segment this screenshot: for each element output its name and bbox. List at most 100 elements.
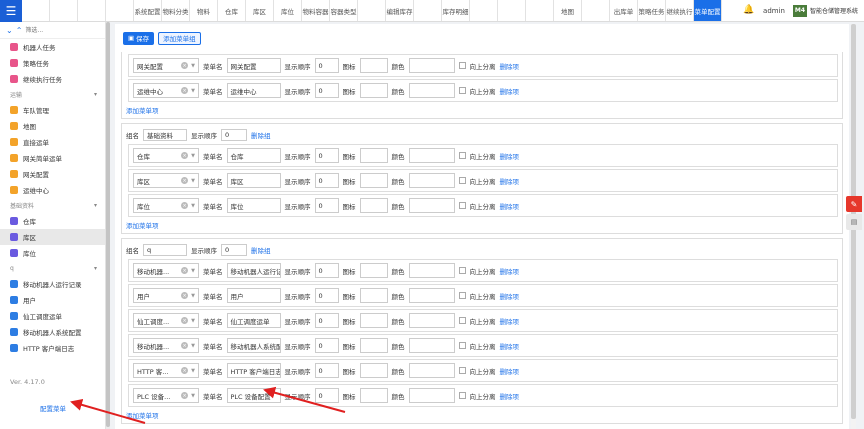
menu-name-input[interactable]: PLC 设备配置 xyxy=(226,388,281,403)
add-menu-item-link[interactable]: 添加菜单项 xyxy=(126,219,838,231)
icon-input[interactable] xyxy=(359,313,388,328)
menu-name-input[interactable]: 移动机器人运行记 xyxy=(226,263,281,278)
chevron-down-icon[interactable]: ▼ xyxy=(191,318,195,324)
split-up-checkbox[interactable] xyxy=(458,292,466,299)
icon-input[interactable] xyxy=(359,388,388,403)
expand-all-icon[interactable]: ⌃ xyxy=(16,26,23,35)
display-order-input[interactable]: 0 xyxy=(314,288,339,303)
add-group-button[interactable]: 添加菜单组 xyxy=(158,31,201,45)
sidebar-item[interactable]: 地图 xyxy=(0,118,105,134)
sidebar-item[interactable]: 继续执行任务 xyxy=(0,71,105,87)
clear-icon[interactable]: × xyxy=(181,202,189,209)
sidebar-item[interactable]: 策略任务 xyxy=(0,55,105,71)
tab-24[interactable]: 菜单配置 xyxy=(694,0,722,21)
clear-icon[interactable]: × xyxy=(181,392,189,399)
icon-input[interactable] xyxy=(359,288,388,303)
color-input[interactable] xyxy=(408,173,455,188)
clear-icon[interactable]: × xyxy=(181,177,189,184)
delete-group-link[interactable]: 删除组 xyxy=(251,130,271,140)
tab-13[interactable]: 编辑库存 xyxy=(386,0,414,21)
icon-input[interactable] xyxy=(359,363,388,378)
color-input[interactable] xyxy=(408,313,455,328)
sidebar-filter-input[interactable] xyxy=(25,25,96,35)
delete-item-link[interactable]: 删除项 xyxy=(500,176,520,186)
sidebar-item[interactable]: 移动机器人运行记录 xyxy=(0,276,105,292)
menu-target-select[interactable]: 库位 × ▼ xyxy=(133,198,199,213)
display-order-input[interactable]: 0 xyxy=(314,263,339,278)
chevron-down-icon[interactable]: ▼ xyxy=(191,178,195,184)
sidebar-item[interactable]: 网关配置 xyxy=(0,166,105,182)
tab-15[interactable]: 库存明细 xyxy=(442,0,470,21)
chevron-down-icon[interactable]: ▾ xyxy=(94,265,97,272)
display-order-input[interactable]: 0 xyxy=(314,338,339,353)
delete-item-link[interactable]: 删除项 xyxy=(500,86,520,96)
tab-11[interactable]: 容器类型 xyxy=(330,0,358,21)
chevron-down-icon[interactable]: ▼ xyxy=(191,343,195,349)
tab-3[interactable] xyxy=(106,0,134,21)
menu-target-select[interactable]: 网关配置 × ▼ xyxy=(133,58,199,73)
tab-2[interactable] xyxy=(78,0,106,21)
tab-20[interactable] xyxy=(582,0,610,21)
clear-icon[interactable]: × xyxy=(181,292,189,299)
delete-item-link[interactable]: 删除项 xyxy=(500,316,520,326)
hamburger-icon[interactable]: ☰ xyxy=(0,0,22,22)
chevron-down-icon[interactable]: ▼ xyxy=(191,293,195,299)
sidebar-group-header[interactable]: 运输 ▾ xyxy=(0,87,105,102)
delete-item-link[interactable]: 删除项 xyxy=(500,61,520,71)
tab-18[interactable] xyxy=(526,0,554,21)
sidebar-item[interactable]: 仙工调度运单 xyxy=(0,308,105,324)
tab-1[interactable] xyxy=(50,0,78,21)
sidebar-item[interactable]: 运维中心 xyxy=(0,182,105,198)
menu-name-input[interactable]: 库区 xyxy=(226,173,281,188)
delete-item-link[interactable]: 删除项 xyxy=(500,151,520,161)
save-button[interactable]: ▣ 保存 xyxy=(123,31,155,45)
tab-23[interactable]: 继续执行 xyxy=(666,0,694,21)
color-input[interactable] xyxy=(408,198,455,213)
clear-icon[interactable]: × xyxy=(181,317,189,324)
add-menu-item-link[interactable]: 添加菜单项 xyxy=(126,104,838,116)
display-order-input[interactable]: 0 xyxy=(314,58,339,73)
tab-6[interactable]: 物料 xyxy=(190,0,218,21)
tab-4[interactable]: 系统配置 xyxy=(134,0,162,21)
split-up-checkbox[interactable] xyxy=(458,87,466,94)
sidebar-group-header[interactable]: 基础资料 ▾ xyxy=(0,198,105,213)
display-order-input[interactable]: 0 xyxy=(314,363,339,378)
bell-icon[interactable]: 🔔 xyxy=(743,5,755,17)
delete-item-link[interactable]: 删除项 xyxy=(500,366,520,376)
tab-19[interactable]: 地图 xyxy=(554,0,582,21)
sidebar-group-header[interactable]: q ▾ xyxy=(0,261,105,276)
color-input[interactable] xyxy=(408,363,455,378)
delete-item-link[interactable]: 删除项 xyxy=(500,341,520,351)
menu-name-input[interactable]: 仓库 xyxy=(226,148,281,163)
clear-icon[interactable]: × xyxy=(181,367,189,374)
menu-name-input[interactable]: HTTP 客户端日志 xyxy=(226,363,281,378)
sidebar-item[interactable]: 库位 xyxy=(0,245,105,261)
color-input[interactable] xyxy=(408,338,455,353)
chevron-down-icon[interactable]: ▼ xyxy=(191,88,195,94)
tab-8[interactable]: 库区 xyxy=(246,0,274,21)
color-input[interactable] xyxy=(408,388,455,403)
tab-10[interactable]: 物料容器 xyxy=(302,0,330,21)
menu-target-select[interactable]: 移动机器... × ▼ xyxy=(133,338,199,353)
tab-0[interactable] xyxy=(22,0,50,21)
split-up-checkbox[interactable] xyxy=(458,177,466,184)
tab-9[interactable]: 库位 xyxy=(274,0,302,21)
color-input[interactable] xyxy=(408,58,455,73)
tab-7[interactable]: 仓库 xyxy=(218,0,246,21)
delete-item-link[interactable]: 删除项 xyxy=(500,266,520,276)
split-up-checkbox[interactable] xyxy=(458,317,466,324)
menu-target-select[interactable]: 用户 × ▼ xyxy=(133,288,199,303)
menu-target-select[interactable]: 运维中心 × ▼ xyxy=(133,83,199,98)
chevron-down-icon[interactable]: ▼ xyxy=(191,368,195,374)
group-name-input[interactable]: 基础资料 xyxy=(143,129,187,141)
split-up-checkbox[interactable] xyxy=(458,267,466,274)
chevron-down-icon[interactable]: ▼ xyxy=(191,153,195,159)
menu-name-input[interactable]: 用户 xyxy=(226,288,281,303)
delete-item-link[interactable]: 删除项 xyxy=(500,201,520,211)
menu-target-select[interactable]: HTTP 客... × ▼ xyxy=(133,363,199,378)
tab-16[interactable] xyxy=(470,0,498,21)
color-input[interactable] xyxy=(408,83,455,98)
display-order-input[interactable]: 0 xyxy=(314,83,339,98)
menu-target-select[interactable]: 仓库 × ▼ xyxy=(133,148,199,163)
menu-name-input[interactable]: 网关配置 xyxy=(226,58,281,73)
